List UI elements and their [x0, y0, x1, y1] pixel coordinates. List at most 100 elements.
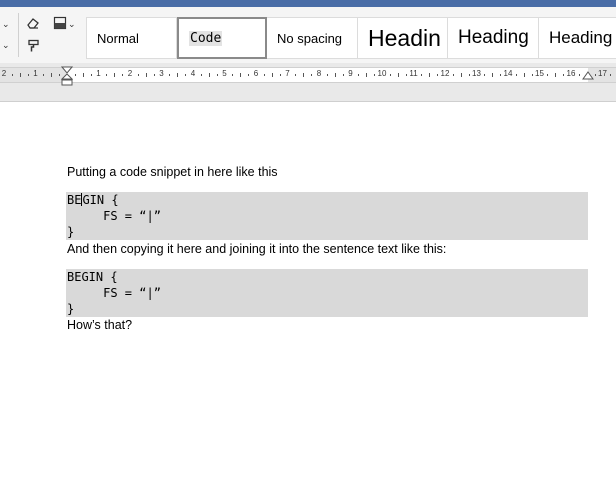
chevron-down-icon[interactable]: ⌄	[2, 40, 10, 51]
horizontal-ruler[interactable]: 2 1 1 2 3 4 5 6 7 8 9 10 11 12 13 14 15 16 17	[0, 67, 616, 83]
code-block[interactable]: BEGIN { FS = “|” }	[66, 192, 588, 240]
indent-marker[interactable]	[61, 66, 73, 86]
style-label: Code	[189, 30, 223, 46]
right-indent-marker[interactable]	[582, 71, 594, 83]
ruler-tick	[137, 74, 139, 76]
ruler-tick	[59, 74, 61, 76]
eraser-icon[interactable]	[25, 15, 41, 31]
code-line: BEGIN {	[67, 193, 119, 207]
style-label: Heading	[549, 28, 613, 47]
ruler-number: 8	[316, 69, 322, 78]
code-line: BEGIN {	[67, 270, 118, 284]
ruler-number: 1	[33, 69, 38, 78]
code-block[interactable]: BEGIN { FS = “|” }	[66, 269, 588, 317]
ruler-tick	[90, 74, 92, 76]
ruler-tick	[279, 74, 281, 76]
style-no-spacing[interactable]: No spacing	[267, 17, 358, 59]
ruler-area: 2 1 1 2 3 4 5 6 7 8 9 10 11 12 13 14 15 16 17	[0, 63, 616, 102]
ruler-tick	[11, 74, 13, 76]
ruler-tick	[19, 73, 21, 77]
ruler-tick	[216, 74, 218, 76]
ruler-tick	[122, 74, 124, 76]
border-icon[interactable]	[52, 15, 68, 31]
formatting-toolbar: ⌄ ⌄ ⌄ Normal Code No spacing Headin Head…	[0, 7, 616, 64]
styles-gallery: Normal Code No spacing Headin Heading He…	[86, 17, 616, 61]
ruler-number: 11	[409, 69, 418, 78]
ruler-tick	[484, 74, 486, 76]
ruler-tick	[43, 74, 45, 76]
chevron-down-icon[interactable]: ⌄	[2, 19, 10, 30]
ruler-number: 7	[285, 69, 290, 78]
ruler-tick	[153, 74, 155, 76]
ruler-tick	[594, 74, 596, 76]
ruler-tick	[248, 74, 250, 76]
ruler-tick	[342, 74, 344, 76]
ruler-number: 14	[503, 69, 513, 78]
ruler-tick	[185, 74, 187, 76]
paragraph[interactable]: How’s that?	[67, 318, 132, 332]
ruler-tick	[74, 74, 76, 76]
paragraph[interactable]: Putting a code snippet in here like this	[67, 165, 278, 179]
style-heading-2[interactable]: Heading	[448, 17, 539, 59]
ruler-number: 13	[472, 69, 481, 78]
ruler-tick	[51, 73, 53, 77]
style-label: Normal	[97, 30, 139, 46]
ruler-tick	[106, 74, 108, 76]
ruler-tick	[169, 74, 171, 76]
ruler-number: 4	[190, 69, 196, 78]
ruler-number: 1	[96, 69, 101, 78]
ruler-number: 2	[1, 69, 7, 78]
code-line: }	[67, 225, 75, 239]
ruler-tick	[452, 74, 454, 76]
ruler-tick	[145, 73, 147, 77]
ruler-tick	[523, 73, 525, 77]
ruler-tick	[389, 74, 391, 76]
code-line: }	[67, 302, 75, 316]
ruler-tick	[82, 73, 84, 77]
ruler-tick	[437, 74, 439, 76]
style-normal[interactable]: Normal	[86, 17, 177, 59]
document-page[interactable]: Putting a code snippet in here like this…	[0, 102, 616, 500]
ruler-tick	[563, 74, 565, 76]
ruler-number: 17	[598, 69, 607, 78]
ruler-tick	[200, 74, 202, 76]
ruler-tick	[374, 74, 376, 76]
style-label: No spacing	[277, 30, 343, 46]
ruler-tick	[271, 73, 273, 77]
ruler-number: 9	[348, 69, 353, 78]
paintbrush-icon[interactable]	[25, 38, 41, 54]
ruler-tick	[326, 74, 328, 76]
ruler-tick	[547, 74, 549, 76]
ruler-tick	[240, 73, 242, 77]
style-heading-3[interactable]: Heading	[539, 17, 616, 59]
ruler-number: 6	[253, 69, 259, 78]
ruler-tick	[232, 74, 234, 76]
ruler-tick	[610, 74, 612, 76]
ruler-tick	[114, 73, 116, 77]
ruler-tick	[500, 74, 502, 76]
style-heading-1[interactable]: Headin	[358, 17, 448, 59]
ruler-tick	[263, 74, 265, 76]
ruler-tick	[303, 73, 305, 77]
ruler-tick	[27, 74, 29, 76]
ruler-number: 5	[222, 69, 227, 78]
ruler-tick	[405, 74, 407, 76]
ruler-number: 12	[440, 69, 450, 78]
ruler-tick	[208, 73, 210, 77]
ruler-number: 10	[377, 69, 387, 78]
ruler-tick	[311, 74, 313, 76]
chevron-down-icon[interactable]: ⌄	[68, 19, 76, 30]
style-code[interactable]: Code	[177, 17, 267, 59]
ruler-tick	[177, 73, 179, 77]
code-line: FS = “|”	[67, 209, 161, 223]
ruler-tick	[531, 74, 533, 76]
title-bar	[0, 0, 616, 7]
ruler-tick	[358, 74, 360, 76]
ruler-tick	[515, 74, 517, 76]
ruler-tick	[334, 73, 336, 77]
code-line: FS = “|”	[67, 286, 161, 300]
style-label: Headin	[368, 24, 441, 51]
toolbar-separator	[18, 13, 19, 57]
ruler-number: 16	[566, 69, 576, 78]
paragraph[interactable]: And then copying it here and joining it …	[67, 242, 446, 256]
